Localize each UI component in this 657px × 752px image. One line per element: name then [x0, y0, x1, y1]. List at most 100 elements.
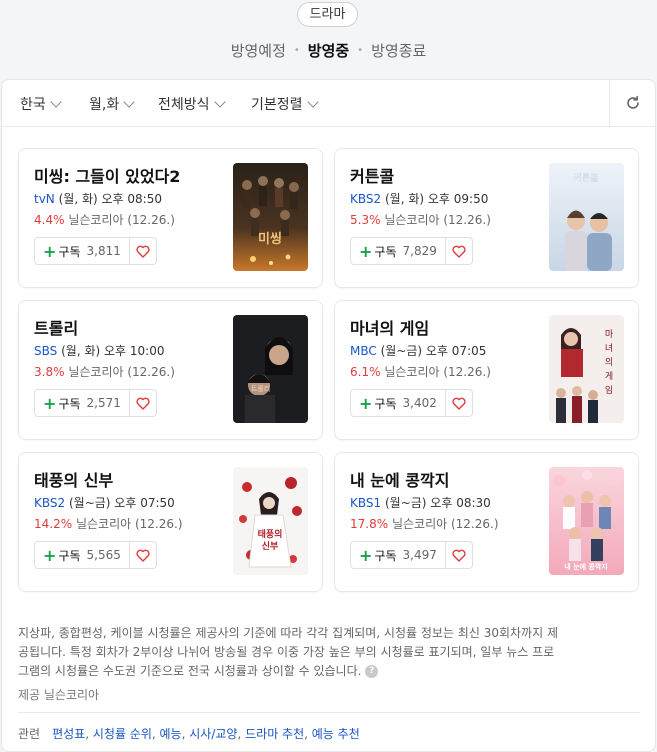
- poster-image[interactable]: 미씽: [233, 163, 308, 271]
- show-card[interactable]: 내 눈에 콩깍지 KBS1 (월~금) 오후 08:30 17.8% 닐슨코리아…: [334, 452, 639, 592]
- poster-image[interactable]: 커튼콜: [549, 163, 624, 271]
- subscribe-button[interactable]: + 구독 3,811: [34, 237, 130, 265]
- show-title[interactable]: 커튼콜: [350, 163, 394, 187]
- show-channel: SBS (월, 화) 오후 10:00: [34, 342, 164, 359]
- subscribe-button[interactable]: + 구독 5,565: [34, 541, 130, 569]
- show-card[interactable]: 미씽: 그들이 있었다2 tvN (월, 화) 오후 08:50 4.4% 닐슨…: [18, 148, 323, 288]
- network-name[interactable]: KBS2: [350, 192, 381, 206]
- subscriber-count: 5,565: [86, 548, 121, 562]
- subscribe-button[interactable]: + 구독 3,402: [350, 389, 446, 417]
- show-channel: KBS2 (월~금) 오후 07:50: [34, 494, 175, 511]
- related-links: 관련 편성표, 시청률 순위, 예능, 시사/교양, 드라마 추천, 예능 추천: [18, 727, 360, 741]
- related-link-drama-recommend[interactable]: 드라마 추천: [245, 727, 304, 741]
- show-schedule: (월~금) 오후 07:50: [68, 496, 175, 510]
- chevron-down-icon: [50, 96, 62, 108]
- related-link-current-affairs[interactable]: 시사/교양: [189, 727, 237, 741]
- help-icon[interactable]: ?: [365, 665, 379, 678]
- related-link-variety[interactable]: 예능: [160, 727, 182, 741]
- show-schedule: (월, 화) 오후 10:00: [61, 344, 165, 358]
- svg-text:신부: 신부: [262, 540, 279, 552]
- rating-percent: 3.8%: [34, 365, 65, 379]
- related-link-variety-recommend[interactable]: 예능 추천: [312, 727, 360, 741]
- poster-image[interactable]: 태풍의 신부: [233, 467, 308, 575]
- svg-text:임: 임: [605, 384, 613, 396]
- show-rating: 3.8% 닐슨코리아 (12.26.): [34, 363, 175, 380]
- show-title[interactable]: 미씽: 그들이 있었다2: [34, 163, 180, 187]
- divider: [18, 712, 640, 713]
- show-schedule: (월, 화) 오후 09:50: [384, 192, 489, 206]
- rating-source: 닐슨코리아 (12.26.): [384, 213, 491, 227]
- tab-separator: •: [357, 45, 364, 56]
- show-title[interactable]: 내 눈에 콩깍지: [350, 467, 449, 491]
- top-navigation: 드라마 방영예정 • 방영중 • 방영종료: [0, 0, 657, 78]
- data-provider: 제공 닐슨코리아: [18, 688, 100, 702]
- filter-method[interactable]: 전체방식: [158, 94, 226, 114]
- network-name[interactable]: KBS1: [350, 496, 381, 510]
- favorite-button[interactable]: [445, 389, 473, 417]
- favorite-button[interactable]: [445, 541, 473, 569]
- filter-sort-label: 기본정렬: [251, 97, 303, 113]
- network-name[interactable]: KBS2: [34, 496, 65, 510]
- filter-country[interactable]: 한국: [20, 94, 62, 114]
- show-title[interactable]: 트롤리: [34, 315, 78, 339]
- subscribe-button[interactable]: + 구독 7,829: [350, 237, 446, 265]
- network-name[interactable]: SBS: [34, 344, 57, 358]
- chevron-down-icon: [213, 96, 226, 108]
- subscribe-button[interactable]: + 구독 3,497: [350, 541, 446, 569]
- show-schedule: (월~금) 오후 07:05: [380, 344, 487, 358]
- rating-source: 닐슨코리아 (12.26.): [68, 365, 175, 379]
- related-label: 관련: [18, 727, 41, 741]
- heart-icon: [452, 245, 466, 258]
- favorite-button[interactable]: [129, 541, 157, 569]
- heart-icon: [136, 245, 150, 258]
- tab-ended[interactable]: 방영종료: [371, 40, 426, 61]
- svg-text:녀: 녀: [605, 343, 613, 354]
- subscriber-count: 3,497: [402, 548, 437, 562]
- subscriber-count: 2,571: [86, 396, 121, 410]
- filter-days-label: 월,화: [89, 97, 120, 113]
- show-title[interactable]: 마녀의 게임: [350, 315, 429, 339]
- rating-source: 닐슨코리아 (12.26.): [384, 365, 491, 379]
- show-rating: 5.3% 닐슨코리아 (12.26.): [350, 211, 491, 228]
- rating-percent: 4.4%: [34, 213, 65, 227]
- show-channel: KBS1 (월~금) 오후 08:30: [350, 494, 491, 511]
- subscriber-count: 3,811: [86, 244, 121, 258]
- favorite-button[interactable]: [129, 389, 157, 417]
- svg-text:커튼콜: 커튼콜: [574, 173, 599, 184]
- related-link-ratings-rank[interactable]: 시청률 순위: [93, 727, 152, 741]
- svg-text:내 눈에 콩깍지: 내 눈에 콩깍지: [564, 562, 608, 571]
- show-card[interactable]: 커튼콜 KBS2 (월, 화) 오후 09:50 5.3% 닐슨코리아 (12.…: [334, 148, 639, 288]
- favorite-button[interactable]: [129, 237, 157, 265]
- related-link-schedule[interactable]: 편성표: [52, 727, 85, 741]
- show-title[interactable]: 태풍의 신부: [34, 467, 113, 491]
- filter-days[interactable]: 월,화: [89, 94, 135, 114]
- genre-chip[interactable]: 드라마: [297, 2, 358, 27]
- filter-bar: 한국 월,화 전체방식 기본정렬: [2, 80, 655, 127]
- poster-image[interactable]: 트롤리: [233, 315, 308, 423]
- rating-source: 닐슨코리아 (12.26.): [75, 517, 183, 531]
- rating-percent: 17.8%: [350, 517, 389, 531]
- plus-icon: +: [43, 393, 57, 413]
- network-name[interactable]: tvN: [34, 192, 55, 206]
- tab-upcoming[interactable]: 방영예정: [231, 40, 286, 61]
- tab-airing[interactable]: 방영중: [308, 40, 349, 61]
- subscribe-button[interactable]: + 구독 2,571: [34, 389, 130, 417]
- show-card[interactable]: 트롤리 SBS (월, 화) 오후 10:00 3.8% 닐슨코리아 (12.2…: [18, 300, 323, 440]
- show-card[interactable]: 마녀의 게임 MBC (월~금) 오후 07:05 6.1% 닐슨코리아 (12…: [334, 300, 639, 440]
- svg-text:의: 의: [605, 357, 613, 368]
- subscribe-label: 구독: [58, 396, 81, 411]
- poster-image[interactable]: 내 눈에 콩깍지: [549, 467, 624, 575]
- show-schedule: (월~금) 오후 08:30: [384, 496, 491, 510]
- poster-image[interactable]: 마 녀 의 게 임: [549, 315, 624, 423]
- favorite-button[interactable]: [445, 237, 473, 265]
- refresh-button[interactable]: [609, 80, 655, 126]
- show-card[interactable]: 태풍의 신부 KBS2 (월~금) 오후 07:50 14.2% 닐슨코리아 (…: [18, 452, 323, 592]
- svg-text:태풍의: 태풍의: [258, 528, 283, 540]
- filter-sort[interactable]: 기본정렬: [251, 94, 319, 114]
- heart-icon: [452, 549, 466, 562]
- show-rating: 6.1% 닐슨코리아 (12.26.): [350, 363, 491, 380]
- heart-icon: [136, 397, 150, 410]
- ratings-notice: 지상파, 종합편성, 케이블 시청률은 제공사의 기준에 따라 각각 집계되며,…: [18, 624, 640, 681]
- drama-panel: 한국 월,화 전체방식 기본정렬 미씽: 그들이 있었다2 tvN (월, 화)…: [1, 79, 656, 752]
- network-name[interactable]: MBC: [350, 344, 377, 358]
